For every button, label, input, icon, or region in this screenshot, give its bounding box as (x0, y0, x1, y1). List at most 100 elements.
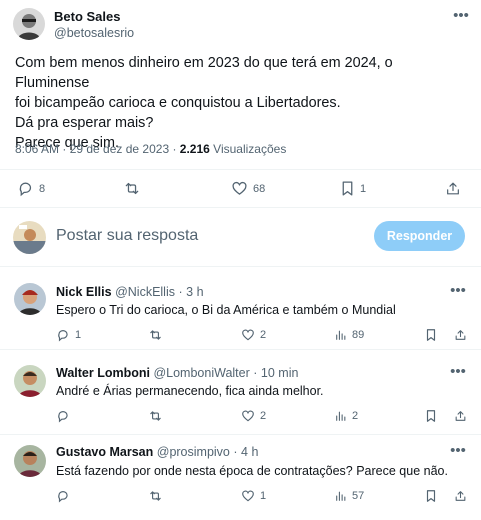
reply-author-name[interactable]: Gustavo Marsan (56, 445, 153, 459)
views-chart-icon (336, 330, 346, 340)
like-action[interactable]: 2 (241, 328, 266, 342)
share-action[interactable] (454, 489, 467, 503)
reply-header: Nick Ellis @NickEllis · 3 h (56, 285, 204, 299)
share-icon (455, 330, 466, 340)
author-handle[interactable]: @betosalesrio (54, 26, 134, 40)
bookmark-action[interactable] (425, 489, 437, 503)
bookmark-icon (342, 181, 353, 196)
views-action[interactable]: 2 (334, 409, 358, 423)
tweet-detail-page: Beto Sales @betosalesrio ••• Com bem men… (0, 0, 481, 520)
like-count: 1 (260, 490, 267, 502)
reply-input[interactable]: Postar sua resposta (56, 227, 198, 245)
more-icon: ••• (453, 7, 469, 24)
more-icon: ••• (450, 442, 466, 459)
post-meta: 8:06 AM · 29 de dez de 2023 · 2.216 Visu… (15, 142, 286, 156)
reply-header: Gustavo Marsan @prosimpivo · 4 h (56, 445, 258, 459)
reply-text: Está fazendo por onde nesta época de con… (56, 464, 448, 478)
reply-count: 1 (75, 329, 82, 341)
reply-text: André e Árias permanecendo, fica ainda m… (56, 384, 324, 398)
reply-more-button[interactable]: ••• (448, 282, 468, 299)
repost-icon (125, 182, 139, 195)
repost-icon (150, 411, 161, 421)
like-action[interactable]: 68 (231, 180, 265, 197)
repost-action[interactable] (148, 409, 168, 423)
repost-action[interactable] (123, 180, 146, 197)
post-text-line: Dá pra esperar mais? (15, 115, 154, 131)
views-action[interactable]: 89 (334, 328, 364, 342)
reply-author-handle[interactable]: @LomboniWalter (153, 366, 249, 380)
heart-icon (242, 490, 254, 502)
reply-action[interactable] (56, 409, 75, 423)
reply-more-button[interactable]: ••• (448, 364, 468, 380)
reply-author-name[interactable]: Walter Lomboni (56, 366, 150, 380)
divider (0, 207, 481, 208)
reply-more-button[interactable]: ••• (448, 442, 468, 459)
post-more-button[interactable]: ••• (451, 7, 471, 24)
reply-icon (58, 330, 68, 342)
like-action[interactable]: 1 (241, 489, 266, 503)
repost-action[interactable] (148, 328, 168, 342)
reply-author-handle[interactable]: @NickEllis (115, 285, 175, 299)
separator-dot: · (178, 285, 183, 299)
reply-count: 8 (39, 182, 46, 195)
author-avatar[interactable] (13, 8, 45, 40)
bookmark-icon (426, 490, 436, 502)
reply-submit-button[interactable]: Responder (374, 221, 465, 251)
like-action[interactable]: 2 (241, 409, 266, 423)
reply-time[interactable]: 4 h (241, 445, 258, 459)
reply-action[interactable] (56, 489, 75, 503)
views-count: 2 (352, 410, 359, 422)
like-count: 68 (253, 182, 266, 195)
share-action[interactable] (445, 180, 461, 197)
more-icon: ••• (450, 282, 466, 299)
author-name[interactable]: Beto Sales (54, 9, 120, 24)
reply-item[interactable]: Gustavo Marsan @prosimpivo · 4 h ••• Est… (0, 435, 481, 520)
reply-time[interactable]: 10 min (261, 366, 299, 380)
reply-icon (19, 182, 32, 197)
reply-icon (58, 411, 68, 423)
like-count: 2 (260, 410, 267, 422)
heart-icon (242, 329, 254, 341)
heart-icon (232, 181, 247, 195)
reply-avatar[interactable] (14, 365, 46, 397)
reply-item[interactable]: Walter Lomboni @LomboniWalter · 10 min •… (0, 350, 481, 434)
share-icon (447, 182, 459, 195)
separator-dot: · (253, 366, 258, 380)
post-text-line: foi bicampeão carioca e conquistou a Lib… (15, 95, 341, 111)
repost-icon (150, 330, 161, 340)
post-text-line: Com bem menos dinheiro em 2023 do que te… (15, 55, 393, 91)
reply-item[interactable]: Nick Ellis @NickEllis · 3 h ••• Espero o… (0, 267, 481, 349)
reply-author-name[interactable]: Nick Ellis (56, 285, 112, 299)
like-count: 2 (260, 329, 267, 341)
reply-avatar[interactable] (14, 445, 46, 477)
bookmark-action[interactable] (425, 328, 437, 342)
separator-dot: · (233, 445, 238, 459)
reply-icon (58, 491, 68, 503)
repost-action[interactable] (148, 489, 168, 503)
divider (0, 169, 481, 170)
reply-text: Espero o Tri do carioca, o Bi da América… (56, 303, 396, 317)
bookmark-action[interactable] (425, 409, 437, 423)
share-action[interactable] (454, 328, 467, 342)
post-timestamp[interactable]: 8:06 AM · 29 de dez de 2023 (15, 142, 169, 156)
reply-author-handle[interactable]: @prosimpivo (157, 445, 230, 459)
views-label: Visualizações (209, 142, 287, 156)
bookmark-action[interactable]: 1 (340, 180, 366, 197)
bookmark-icon (426, 410, 436, 422)
heart-icon (242, 410, 254, 422)
share-action[interactable] (454, 409, 467, 423)
bookmark-icon (426, 329, 436, 341)
bookmark-count: 1 (360, 182, 367, 195)
reply-time[interactable]: 3 h (186, 285, 203, 299)
reply-action[interactable]: 1 (56, 328, 81, 342)
post-text: Com bem menos dinheiro em 2023 do que te… (15, 53, 470, 153)
reply-action[interactable]: 8 (17, 180, 45, 197)
views-chart-icon (336, 491, 346, 501)
share-icon (455, 411, 466, 421)
share-icon (455, 491, 466, 501)
current-user-avatar[interactable] (13, 221, 46, 254)
views-count: 57 (352, 490, 365, 502)
views-chart-icon (336, 411, 346, 421)
views-action[interactable]: 57 (334, 489, 364, 503)
reply-avatar[interactable] (14, 283, 46, 315)
